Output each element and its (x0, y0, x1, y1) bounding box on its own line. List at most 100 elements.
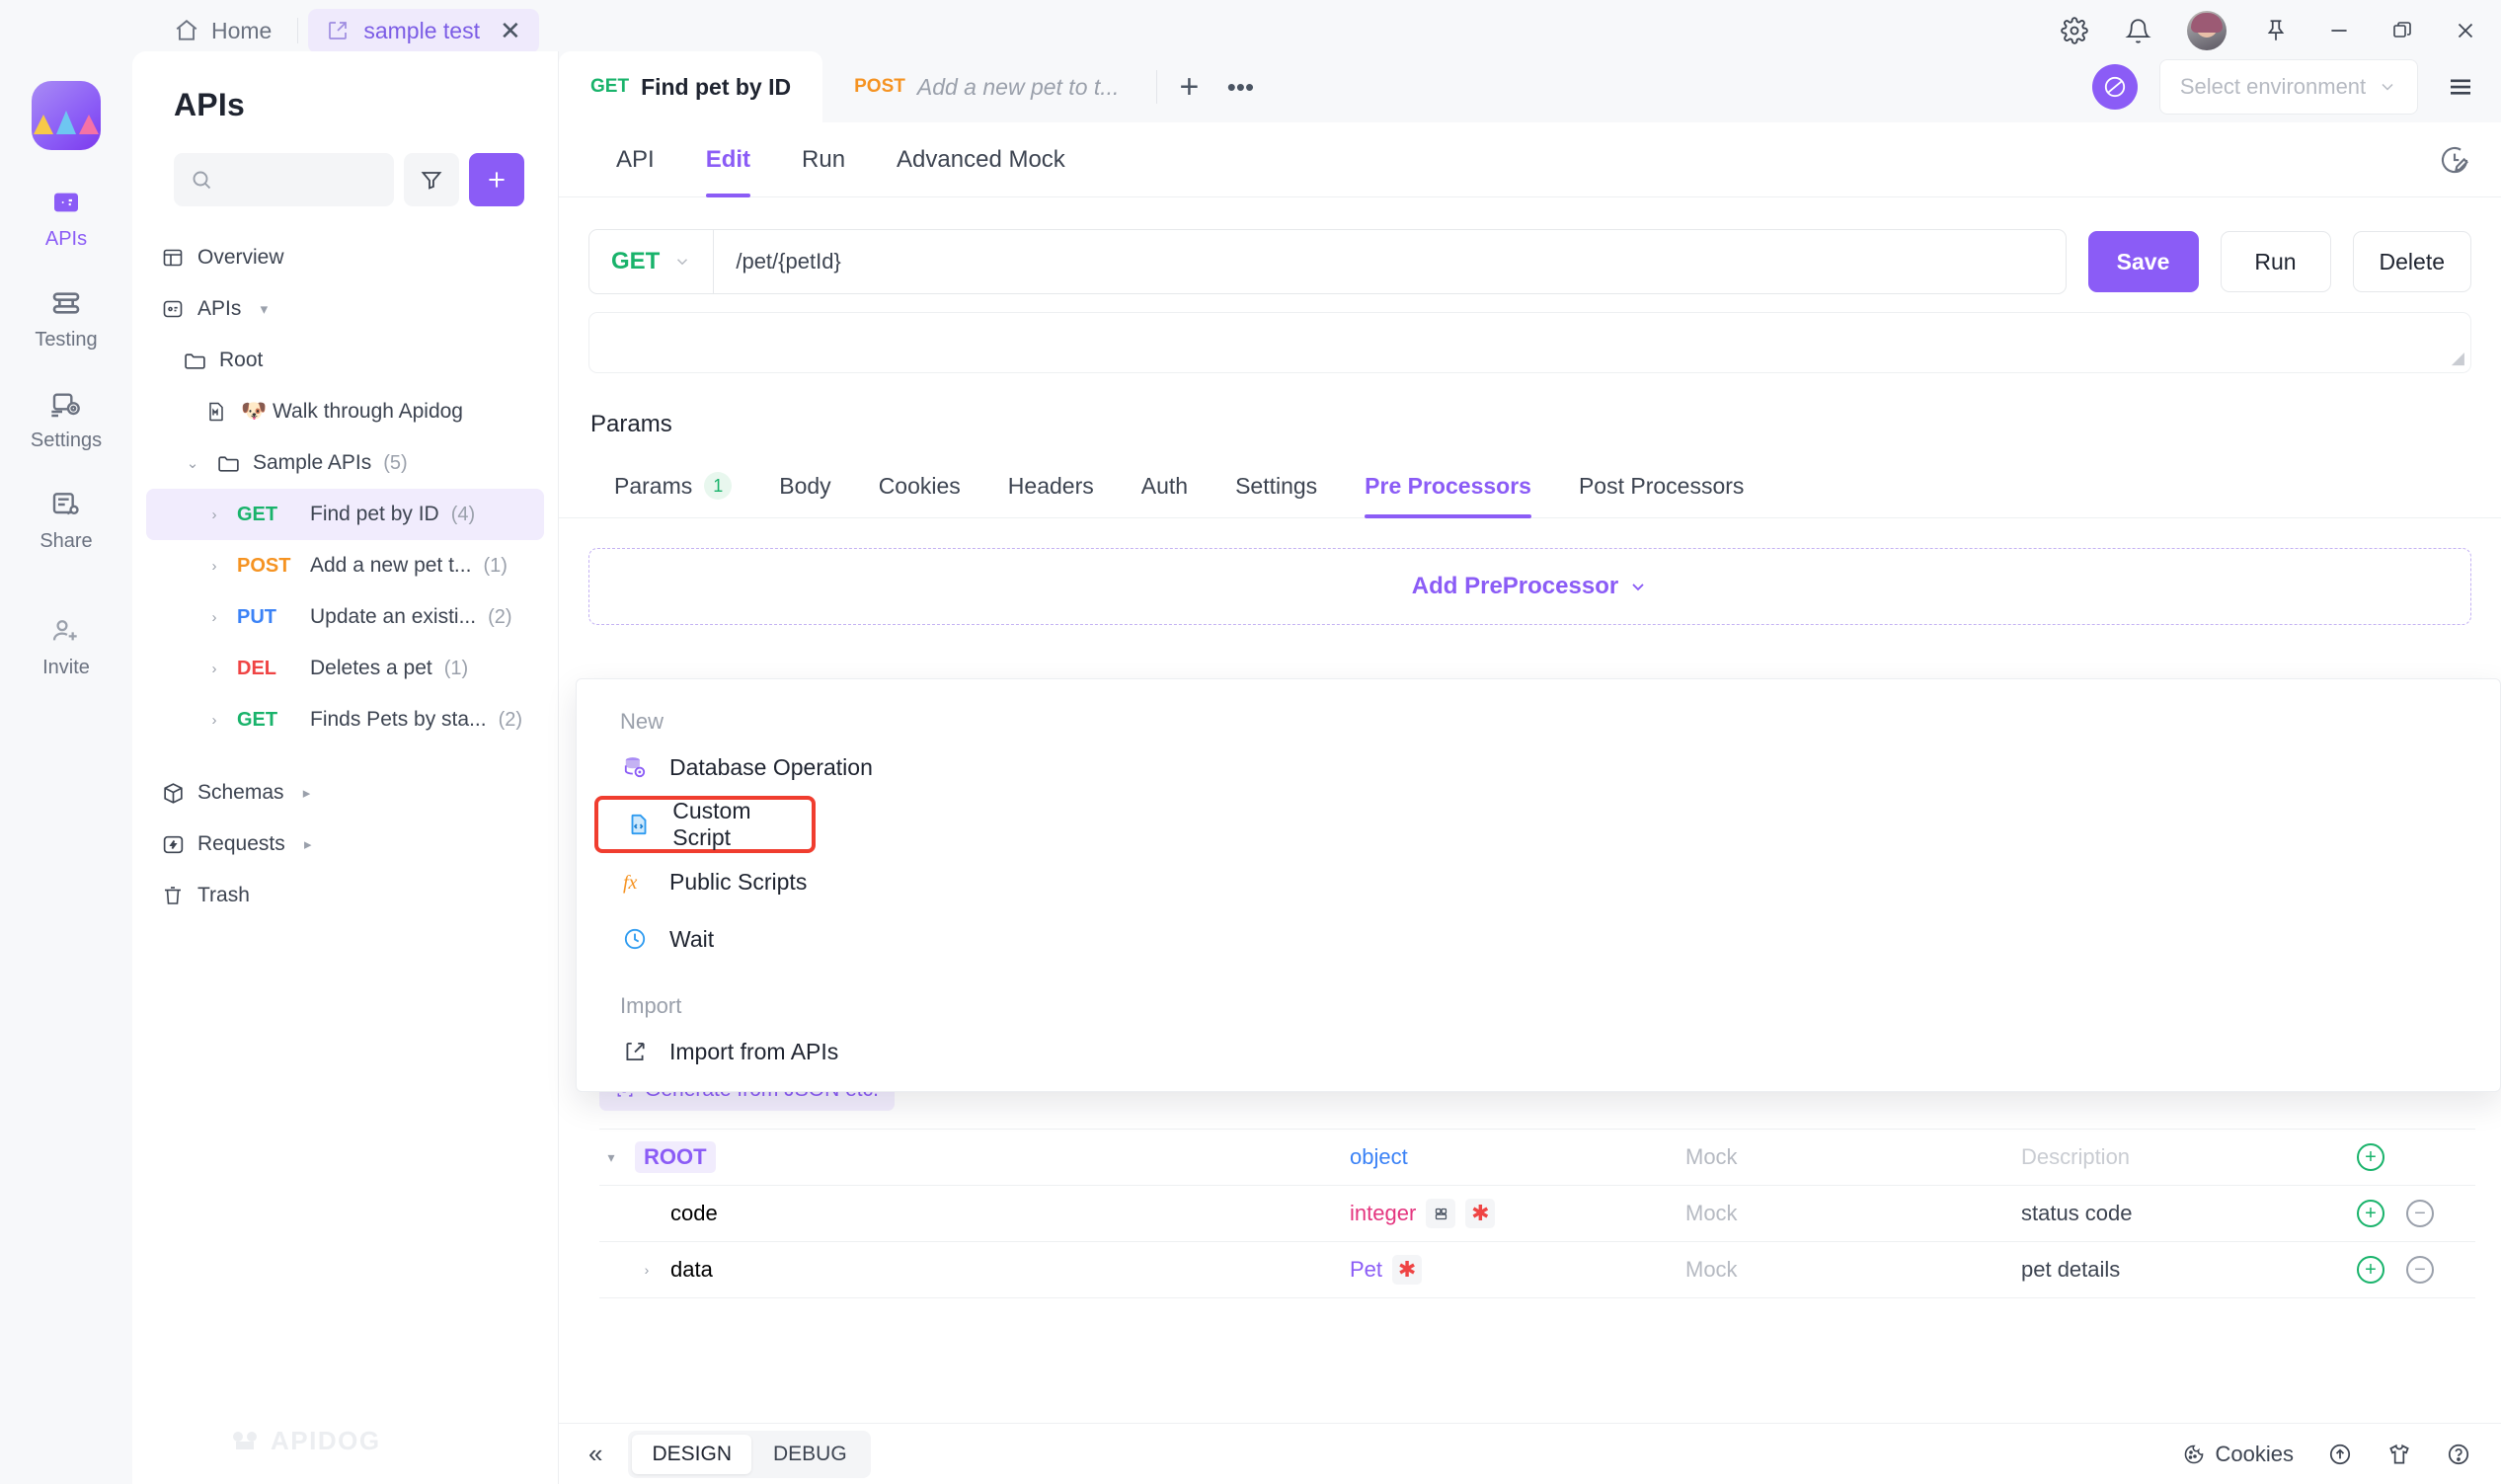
rail-item-apis[interactable]: APIs (12, 186, 120, 251)
doc-tab-find-pet-by-id[interactable]: GET Find pet by ID (559, 51, 823, 122)
tree-item-trash[interactable]: Trash (146, 870, 544, 921)
environment-select[interactable]: Select environment (2159, 59, 2418, 115)
doc-tab-add-new-pet[interactable]: POST Add a new pet to t... (822, 51, 1150, 122)
description-textarea[interactable]: ◢ (588, 312, 2471, 373)
table-row[interactable]: ▾ ROOT object Mock Description + (599, 1130, 2475, 1186)
maximize-icon[interactable] (2388, 17, 2416, 44)
avatar[interactable] (2187, 11, 2227, 50)
hamburger-icon[interactable] (2440, 72, 2481, 102)
url-bar[interactable]: GET /pet/{petId} (588, 229, 2067, 294)
chevron-down-icon[interactable]: ▾ (599, 1149, 623, 1166)
gear-icon[interactable] (2061, 17, 2088, 44)
filter-button[interactable] (404, 153, 459, 206)
cookies-button[interactable]: Cookies (2182, 1442, 2294, 1467)
search-input[interactable] (223, 168, 378, 192)
add-field-icon[interactable]: + (2357, 1256, 2384, 1284)
help-icon[interactable] (2446, 1442, 2471, 1467)
chevron-right-icon[interactable]: › (635, 1262, 659, 1278)
mode-debug-button[interactable]: DEBUG (753, 1435, 867, 1474)
chevron-right-icon[interactable]: ▸ (297, 835, 319, 853)
save-button[interactable]: Save (2087, 231, 2199, 292)
tree-item-requests[interactable]: Requests ▸ (146, 819, 544, 870)
menu-item-public-scripts[interactable]: fx Public Scripts (577, 853, 2500, 910)
home-tab[interactable]: Home (158, 10, 287, 52)
new-tab-button[interactable]: + (1163, 51, 1214, 122)
chevron-down-icon[interactable]: ⌄ (182, 454, 203, 472)
tree-item-root[interactable]: Root (146, 335, 544, 386)
menu-item-custom-script[interactable]: Custom Script (594, 796, 816, 853)
chevron-right-icon[interactable]: › (203, 609, 225, 626)
schema-description-cell[interactable]: Description (2021, 1144, 2357, 1170)
add-field-icon[interactable]: + (2357, 1143, 2384, 1171)
tab-body[interactable]: Body (755, 454, 854, 517)
schema-type-cell[interactable]: integer ✱ (1350, 1199, 1685, 1228)
chevron-right-icon[interactable]: › (203, 558, 225, 575)
remove-field-icon[interactable]: − (2406, 1256, 2434, 1284)
menu-item-database-operation[interactable]: Database Operation (577, 739, 2500, 796)
chevron-down-icon[interactable]: ▾ (253, 300, 274, 318)
close-icon[interactable]: ✕ (500, 18, 521, 43)
method-select[interactable]: GET (589, 230, 715, 293)
schema-mock-cell[interactable]: Mock (1685, 1144, 2021, 1170)
tree-item-update-existing-pet[interactable]: › PUT Update an existi... (2) (146, 591, 544, 643)
tree-item-sample-apis[interactable]: ⌄ Sample APIs (5) (146, 437, 544, 489)
tree-item-deletes-a-pet[interactable]: › DEL Deletes a pet (1) (146, 643, 544, 694)
tab-cookies[interactable]: Cookies (855, 454, 984, 517)
table-row[interactable]: › data Pet ✱ Mock pet details + − (599, 1242, 2475, 1298)
tree-item-finds-pets-by-status[interactable]: › GET Finds Pets by sta... (2) (146, 694, 544, 745)
rail-item-share[interactable]: Share (12, 488, 120, 553)
run-button[interactable]: Run (2220, 231, 2331, 292)
mode-design-button[interactable]: DESIGN (632, 1434, 751, 1474)
schema-type-cell[interactable]: Pet ✱ (1350, 1255, 1685, 1285)
chevron-right-icon[interactable]: › (203, 507, 225, 523)
schema-mock-cell[interactable]: Mock (1685, 1257, 2021, 1283)
apidog-logo[interactable] (32, 81, 101, 150)
tree-item-schemas[interactable]: Schemas ▸ (146, 767, 544, 819)
delete-button[interactable]: Delete (2352, 231, 2471, 292)
tree-item-walkthrough[interactable]: 🐶 Walk through Apidog (146, 386, 544, 437)
lock-chip-icon[interactable] (1426, 1199, 1456, 1228)
tab-pre-processors[interactable]: Pre Processors (1341, 454, 1555, 518)
upload-circle-icon[interactable] (2327, 1442, 2353, 1467)
remove-field-icon[interactable]: − (2406, 1200, 2434, 1227)
chevron-right-icon[interactable]: › (203, 712, 225, 729)
tree-item-add-new-pet[interactable]: › POST Add a new pet t... (1) (146, 540, 544, 591)
menu-item-wait[interactable]: Wait (577, 910, 2500, 968)
bell-icon[interactable] (2124, 17, 2151, 44)
environment-globe-icon[interactable] (2092, 64, 2138, 110)
tab-more-button[interactable]: ••• (1214, 51, 1266, 122)
schema-type-cell[interactable]: object (1350, 1144, 1685, 1170)
tab-settings[interactable]: Settings (1211, 454, 1341, 517)
schema-description-cell[interactable]: status code (2021, 1201, 2357, 1226)
tree-item-find-pet-by-id[interactable]: › GET Find pet by ID (4) (146, 489, 544, 540)
tree-item-overview[interactable]: Overview (146, 232, 544, 283)
tab-run[interactable]: Run (776, 122, 871, 197)
shirt-icon[interactable] (2386, 1442, 2412, 1467)
close-icon[interactable] (2452, 17, 2479, 44)
add-preprocessor-button[interactable]: Add PreProcessor (588, 548, 2471, 625)
rail-item-settings[interactable]: Settings (12, 387, 120, 452)
tab-api[interactable]: API (590, 122, 680, 197)
history-edit-icon[interactable] (2438, 143, 2471, 177)
tab-post-processors[interactable]: Post Processors (1555, 454, 1767, 517)
tab-advanced-mock[interactable]: Advanced Mock (871, 122, 1091, 197)
add-field-icon[interactable]: + (2357, 1200, 2384, 1227)
collapse-left-icon[interactable]: « (588, 1439, 602, 1469)
menu-item-import-from-apis[interactable]: Import from APIs (577, 1023, 2500, 1080)
schema-description-cell[interactable]: pet details (2021, 1257, 2357, 1283)
chevron-right-icon[interactable]: ▸ (296, 784, 318, 802)
search-box[interactable] (174, 153, 394, 206)
table-row[interactable]: code integer ✱ Mock status code + − (599, 1186, 2475, 1242)
tab-edit[interactable]: Edit (680, 122, 776, 197)
add-api-button[interactable] (469, 153, 524, 206)
resize-handle-icon[interactable]: ◢ (2452, 349, 2464, 368)
project-tab[interactable]: sample test ✕ (308, 8, 539, 53)
chevron-right-icon[interactable]: › (203, 661, 225, 677)
tab-auth[interactable]: Auth (1118, 454, 1211, 517)
url-path-input[interactable]: /pet/{petId} (714, 249, 840, 274)
tree-item-apis[interactable]: APIs ▾ (146, 283, 544, 335)
tab-headers[interactable]: Headers (984, 454, 1118, 517)
minimize-icon[interactable] (2325, 17, 2353, 44)
rail-item-invite[interactable]: Invite (12, 614, 120, 679)
rail-item-testing[interactable]: Testing (12, 286, 120, 351)
